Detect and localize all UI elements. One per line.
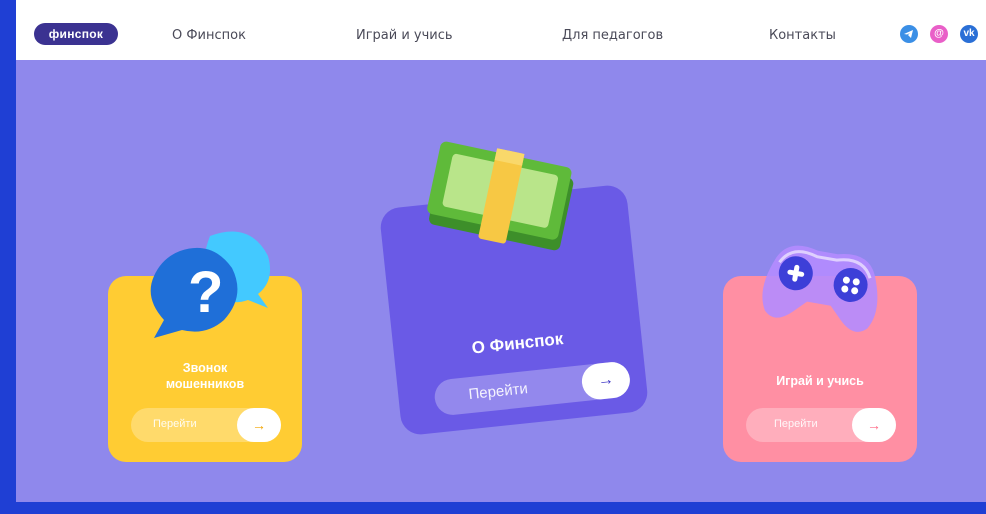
arrow-right-icon[interactable]: → (237, 408, 281, 442)
button-label: Перейти (774, 418, 818, 430)
card-about-title: О Финспок (470, 329, 565, 358)
nav-about[interactable]: О Финспок (172, 28, 246, 43)
page-frame: финспок О Финспок Играй и учись Для педа… (16, 0, 986, 514)
svg-text:?: ? (188, 260, 223, 325)
gamepad-icon (762, 245, 878, 332)
card-scam-calls-go-button[interactable]: Перейти → (131, 408, 281, 442)
logo[interactable]: финспок (34, 23, 118, 45)
arrow-right-icon[interactable]: → (580, 360, 632, 402)
question-bubbles-icon: ? (150, 231, 271, 338)
nav-play-learn[interactable]: Играй и учись (356, 28, 453, 43)
nav-teachers[interactable]: Для педагогов (562, 28, 663, 43)
telegram-icon[interactable] (900, 25, 918, 43)
vk-icon[interactable]: vk (960, 25, 978, 43)
frame-bottom-edge (16, 502, 986, 514)
nav-contacts[interactable]: Контакты (769, 28, 836, 43)
money-stack-icon (427, 141, 574, 251)
header-bar: финспок О Финспок Играй и учись Для педа… (16, 0, 986, 60)
arrow-right-icon[interactable]: → (852, 408, 896, 442)
card-play-learn-go-button[interactable]: Перейти → (746, 408, 896, 442)
card-play-learn-title: Играй и учись (776, 374, 864, 388)
card-scam-calls-title: Звонок мошенников (165, 361, 245, 391)
button-label: Перейти (467, 380, 529, 404)
button-label: Перейти (153, 418, 197, 430)
mail-icon[interactable]: @ (930, 25, 948, 43)
card-about-go-button[interactable]: Перейти → (432, 360, 632, 417)
